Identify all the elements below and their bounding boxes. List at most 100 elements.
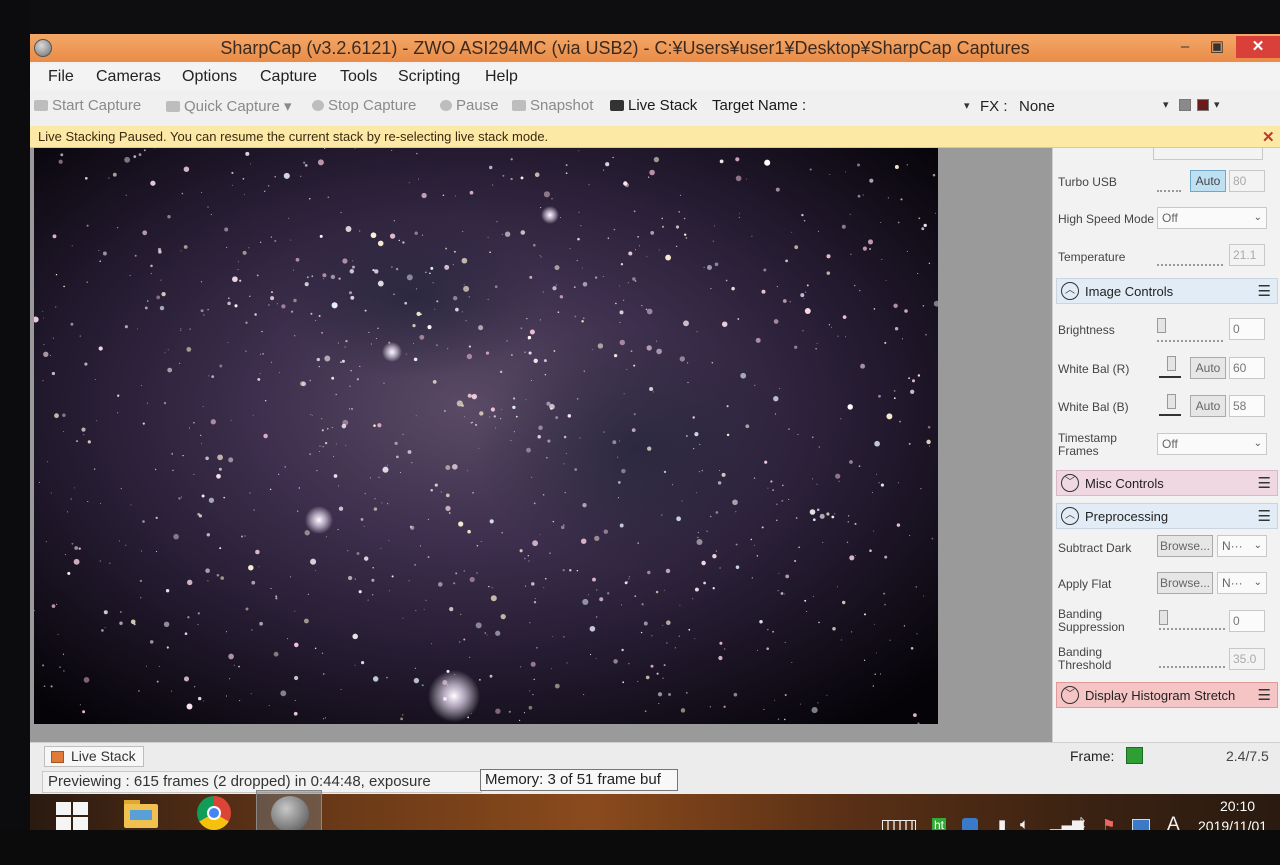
flag-icon[interactable]: ⚑ [1102, 816, 1115, 830]
live-stack-tab[interactable]: Live Stack [44, 746, 144, 767]
tray-app-icon[interactable]: ht [932, 818, 947, 830]
subtract-dark-value: N··· [1222, 539, 1243, 553]
chevron-down-icon[interactable]: ▾ [1214, 98, 1220, 111]
windows-start-icon[interactable] [56, 802, 90, 830]
menu-scripting[interactable]: Scripting [398, 68, 460, 86]
target-name-dropdown[interactable]: ▾ [964, 99, 970, 112]
banding-suppression-value[interactable]: 0 [1229, 610, 1265, 632]
star [845, 336, 847, 338]
clock-time[interactable]: 20:10 [1220, 798, 1255, 814]
bluetooth-icon[interactable]: ᛒ [1078, 816, 1087, 830]
apply-flat-browse-button[interactable]: Browse... [1157, 572, 1213, 594]
white-bal-b-value[interactable]: 58 [1229, 395, 1265, 417]
live-stack-button[interactable]: Live Stack [610, 97, 697, 114]
file-explorer-icon[interactable] [120, 796, 162, 830]
star [228, 297, 230, 299]
star [501, 531, 504, 534]
hamburger-icon[interactable]: ☰ [1258, 507, 1271, 525]
sharpcap-taskbar-icon[interactable] [256, 790, 322, 830]
fx-dropdown[interactable]: None [1019, 98, 1055, 115]
notification-close-button[interactable]: ✕ [1262, 128, 1275, 146]
white-bal-r-slider-handle[interactable] [1167, 356, 1176, 371]
close-button[interactable]: ✕ [1236, 36, 1280, 58]
banding-suppression-slider-handle[interactable] [1159, 610, 1168, 625]
star [413, 677, 420, 684]
star [619, 440, 621, 442]
chrome-icon[interactable] [193, 796, 235, 830]
subtract-dark-browse-button[interactable]: Browse... [1157, 535, 1213, 557]
star [710, 287, 712, 290]
menu-help[interactable]: Help [485, 68, 518, 86]
image-controls-header[interactable]: ︿ Image Controls ☰ [1056, 278, 1278, 304]
turbo-usb-value[interactable]: 80 [1229, 170, 1265, 192]
star [368, 331, 370, 333]
white-bal-b-slider[interactable] [1159, 414, 1181, 416]
star [335, 443, 337, 445]
stop-capture-button[interactable]: Stop Capture [312, 97, 416, 114]
star [377, 240, 384, 247]
brightness-slider-handle[interactable] [1157, 318, 1166, 333]
white-bal-r-slider[interactable] [1159, 376, 1181, 378]
turbo-usb-slider[interactable] [1157, 180, 1181, 192]
chevron-down-icon[interactable]: ▾ [1163, 98, 1169, 111]
star [347, 550, 349, 552]
star [288, 217, 290, 219]
white-bal-b-auto-button[interactable]: Auto [1190, 395, 1226, 417]
star [314, 647, 317, 650]
star [333, 474, 338, 478]
star [262, 353, 264, 355]
misc-controls-header[interactable]: ﹀ Misc Controls ☰ [1056, 470, 1278, 496]
timestamp-frames-select[interactable]: Off ⌄ [1157, 433, 1267, 455]
menu-tools[interactable]: Tools [340, 68, 377, 86]
high-speed-mode-select[interactable]: Off ⌄ [1157, 207, 1267, 229]
pause-button[interactable]: Pause [440, 97, 499, 114]
star [387, 503, 389, 505]
minimize-button[interactable]: – [1172, 36, 1198, 58]
keyboard-icon[interactable] [882, 820, 916, 830]
white-bal-b-slider-handle[interactable] [1167, 394, 1176, 409]
banding-suppression-slider[interactable] [1159, 618, 1225, 630]
subtract-dark-select[interactable]: N··· ⌄ [1217, 535, 1267, 557]
star [501, 233, 503, 235]
menu-options[interactable]: Options [182, 68, 237, 86]
star [364, 493, 366, 495]
clock-date[interactable]: 2019/11/01 [1198, 818, 1267, 830]
brightness-slider[interactable] [1157, 330, 1223, 342]
brightness-value[interactable]: 0 [1229, 318, 1265, 340]
star [703, 266, 705, 268]
star [712, 587, 715, 590]
preprocessing-header[interactable]: ︿ Preprocessing ☰ [1056, 503, 1278, 529]
battery-icon[interactable]: ▮ [998, 816, 1006, 830]
star [488, 585, 490, 588]
menu-file[interactable]: File [48, 68, 74, 86]
turbo-usb-auto-button[interactable]: Auto [1190, 170, 1226, 192]
hamburger-icon[interactable]: ☰ [1258, 282, 1271, 300]
display-icon[interactable] [1132, 819, 1150, 830]
start-capture-button[interactable]: Start Capture [34, 97, 141, 114]
menu-capture[interactable]: Capture [260, 68, 317, 86]
display-histogram-stretch-header[interactable]: ﹀ Display Histogram Stretch ☰ [1056, 682, 1278, 708]
hamburger-icon[interactable]: ☰ [1258, 686, 1271, 704]
tray-network-app-icon[interactable] [962, 818, 978, 830]
star [854, 522, 857, 525]
ime-indicator[interactable]: A [1167, 814, 1180, 830]
quick-capture-button[interactable]: Quick Capture ▾ [166, 97, 292, 115]
live-stack-image[interactable] [34, 148, 938, 724]
star [50, 492, 52, 494]
star [697, 536, 699, 539]
apply-flat-select[interactable]: N··· ⌄ [1217, 572, 1267, 594]
star [641, 603, 644, 606]
volume-icon[interactable]: 🔈︎ [1020, 816, 1029, 830]
star [761, 526, 764, 529]
star [86, 224, 89, 227]
menu-cameras[interactable]: Cameras [96, 68, 161, 86]
white-bal-r-auto-button[interactable]: Auto [1190, 357, 1226, 379]
star [324, 441, 328, 445]
hamburger-icon[interactable]: ☰ [1258, 474, 1271, 492]
snapshot-button[interactable]: Snapshot [512, 97, 593, 114]
star [678, 211, 680, 213]
color-swatch-gray[interactable] [1179, 99, 1191, 111]
white-bal-r-value[interactable]: 60 [1229, 357, 1265, 379]
maximize-button[interactable]: ▣ [1204, 36, 1230, 58]
color-swatch-red[interactable] [1197, 99, 1209, 111]
